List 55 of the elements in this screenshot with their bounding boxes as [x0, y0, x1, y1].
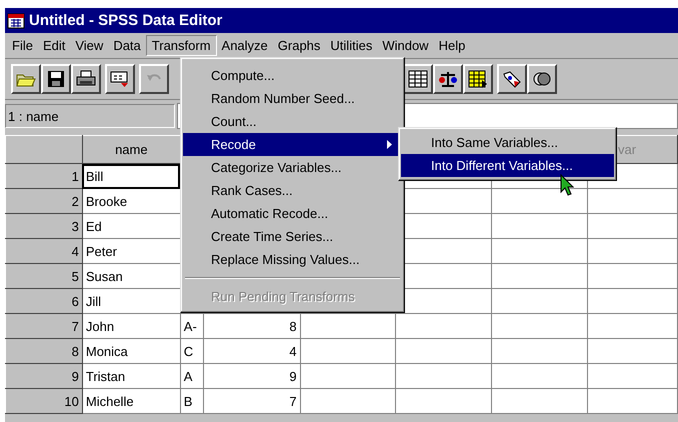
menu-item[interactable]: Into Different Variables... — [401, 154, 614, 177]
row-number[interactable]: 4 — [6, 238, 82, 264]
cell-reference: 1 : name — [5, 104, 175, 128]
menu-item[interactable]: Utilities — [325, 36, 378, 55]
table-cell: B — [180, 388, 204, 414]
grid-icon[interactable] — [403, 64, 433, 94]
column-header[interactable]: name — [82, 136, 180, 164]
table-cell[interactable]: John — [82, 314, 180, 338]
menu-item[interactable]: Data — [108, 36, 146, 55]
row-number[interactable]: 6 — [6, 288, 82, 314]
row-number[interactable]: 5 — [6, 264, 82, 288]
table-cell[interactable]: Monica — [82, 338, 180, 364]
menu-item[interactable]: Create Time Series... — [183, 225, 402, 248]
menu-item[interactable]: View — [70, 36, 108, 55]
menu-item[interactable]: Window — [377, 36, 434, 55]
circles-icon[interactable] — [527, 64, 557, 94]
table-insert-icon[interactable] — [463, 64, 493, 94]
row-number[interactable]: 2 — [6, 188, 82, 214]
menu-item[interactable]: Rank Cases... — [183, 179, 402, 202]
table-cell[interactable]: Tristan — [82, 364, 180, 388]
cursor-arrow-icon — [560, 174, 574, 196]
scale-icon[interactable] — [433, 64, 463, 94]
menu-item[interactable]: Categorize Variables... — [183, 156, 402, 179]
row-number[interactable]: 9 — [6, 364, 82, 388]
row-number[interactable]: 3 — [6, 214, 82, 238]
window-title: Untitled - SPSS Data Editor — [29, 12, 222, 29]
menu-item[interactable]: Compute... — [183, 64, 402, 87]
open-folder-icon[interactable] — [11, 64, 41, 94]
menu-item[interactable]: Edit — [38, 36, 70, 55]
menu-item[interactable]: Count... — [183, 110, 402, 133]
table-cell: 9 — [203, 364, 300, 388]
menu-item[interactable]: File — [7, 36, 38, 55]
print-icon[interactable] — [71, 64, 101, 94]
table-cell: A — [180, 364, 204, 388]
table-cell: C — [180, 338, 204, 364]
row-number[interactable]: 1 — [6, 164, 82, 188]
table-cell: 7 — [203, 388, 300, 414]
submenu-arrow-icon — [387, 140, 392, 149]
menu-item[interactable]: Transform — [146, 35, 217, 56]
row-number[interactable]: 8 — [6, 338, 82, 364]
save-icon[interactable] — [41, 64, 71, 94]
tag-icon[interactable] — [497, 64, 527, 94]
menu-item[interactable]: Random Number Seed... — [183, 87, 402, 110]
menu-item[interactable]: Replace Missing Values... — [183, 248, 402, 271]
menu-item[interactable]: Automatic Recode... — [183, 202, 402, 225]
menu-item[interactable]: Analyze — [216, 36, 273, 55]
table-cell[interactable]: Michelle — [82, 388, 180, 414]
table-cell[interactable]: Bill — [82, 164, 180, 188]
undo-icon[interactable] — [139, 64, 169, 94]
menu-item[interactable]: Help — [434, 36, 470, 55]
table-cell: 4 — [203, 338, 300, 364]
row-number[interactable]: 10 — [6, 388, 82, 414]
menu-item[interactable]: Graphs — [272, 36, 326, 55]
dialog-icon[interactable] — [105, 64, 135, 94]
row-number[interactable]: 7 — [6, 314, 82, 338]
